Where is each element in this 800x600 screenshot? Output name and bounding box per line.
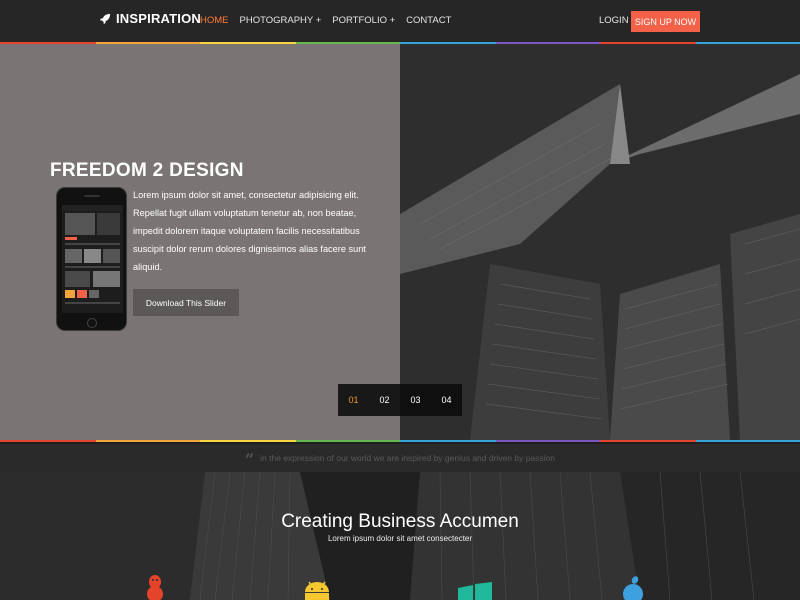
top-navbar: INSPIRATION HOME PHOTOGRAPHY + PORTFOLIO…	[0, 0, 800, 42]
windows-icon[interactable]	[458, 582, 492, 600]
menu-home[interactable]: HOME	[200, 15, 229, 26]
skyscraper-image	[400, 44, 800, 440]
rocket-icon	[100, 13, 111, 24]
phone-mockup	[56, 187, 127, 331]
pager-item-02[interactable]: 02	[369, 384, 400, 416]
main-menu: HOME PHOTOGRAPHY + PORTFOLIO + CONTACT	[200, 15, 462, 26]
login-link[interactable]: LOGIN	[599, 15, 629, 26]
quote-text: in the expression of our world we are in…	[260, 453, 556, 463]
brand-name: INSPIRATION	[116, 11, 202, 26]
pager-item-03[interactable]: 03	[400, 384, 431, 416]
brand-logo[interactable]: INSPIRATION	[100, 11, 201, 26]
hero-slider: FREEDOM 2 DESIGN Lorem ipsum dolor sit a…	[0, 44, 800, 440]
quote-icon: “	[244, 450, 255, 469]
color-stripe-bottom	[0, 440, 800, 442]
section-title: Creating Business Accumen	[281, 511, 519, 532]
signup-button[interactable]: SIGN UP NOW	[631, 11, 700, 32]
download-slider-button[interactable]: Download This Slider	[133, 289, 239, 316]
pager-item-04[interactable]: 04	[431, 384, 462, 416]
section-subtitle: Lorem ipsum dolor sit amet consectecter	[327, 534, 473, 543]
hero-building-image	[400, 44, 800, 440]
apple-icon[interactable]	[622, 576, 644, 600]
android-icon[interactable]	[300, 580, 334, 600]
linux-icon[interactable]	[145, 574, 165, 600]
menu-contact[interactable]: CONTACT	[406, 15, 451, 26]
hero-description: Lorem ipsum dolor sit amet, consectetur …	[133, 190, 366, 272]
hero-title: FREEDOM 2 DESIGN	[50, 160, 244, 181]
menu-portfolio[interactable]: PORTFOLIO +	[332, 15, 395, 26]
pager-item-01[interactable]: 01	[338, 384, 369, 416]
quote-bar: “ in the expression of our world we are …	[0, 444, 800, 472]
phone-screen	[62, 205, 123, 313]
menu-photography[interactable]: PHOTOGRAPHY +	[240, 15, 322, 26]
slider-pager: 01 02 03 04	[338, 384, 462, 416]
business-section: Creating Business Accumen Lorem ipsum do…	[0, 472, 800, 600]
